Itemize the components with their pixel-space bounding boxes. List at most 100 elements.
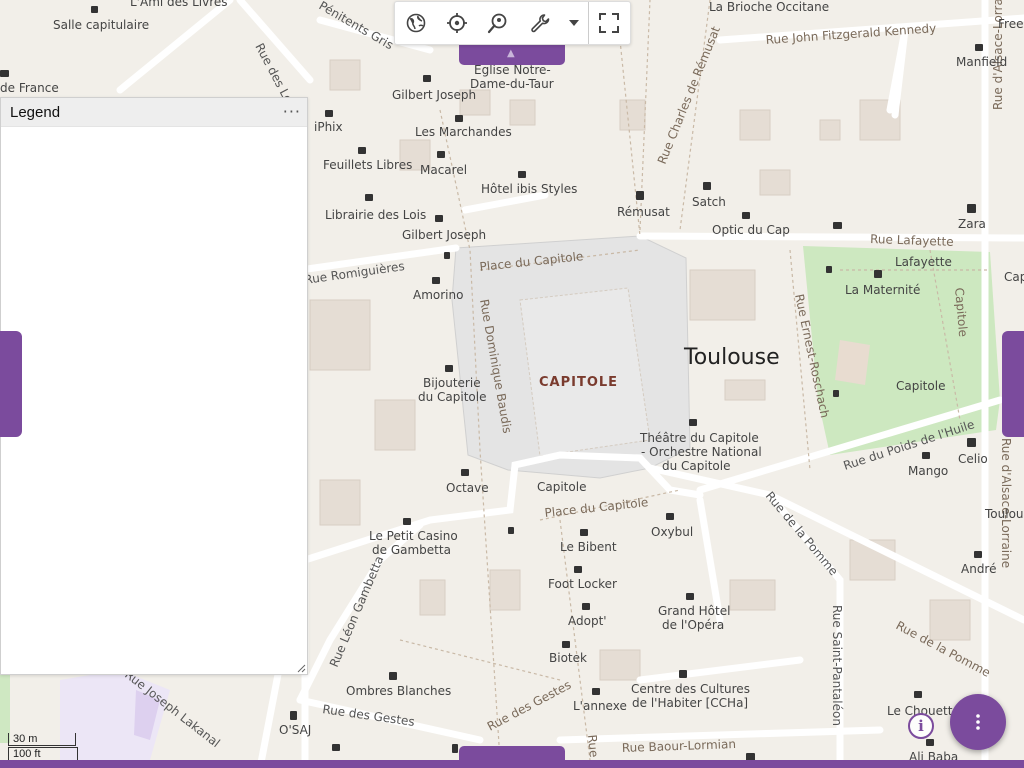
poi-label: La Maternité [845,283,920,297]
poi-label: Lafayette [895,255,952,269]
shop-icon [332,744,340,751]
poi-label: Rémusat [617,205,670,219]
shop-icon [455,115,463,122]
shop-icon [974,551,982,558]
restaurant-icon [452,744,458,753]
bank-icon: ▲ [507,48,515,59]
poi-label: Dame-du-Taur [470,77,554,91]
book-icon [435,215,443,222]
shop-icon [689,419,697,426]
poi-label: de l'Opéra [662,618,724,632]
legend-menu-button[interactable]: ··· [283,104,301,120]
poi-label: Librairie des Lois [325,208,426,222]
poi-label: L'annexe [573,699,627,713]
poi-label: Celio [958,452,988,466]
cafe-icon [914,691,922,698]
poi-label: Capitole [896,379,945,393]
poi-label: André [961,562,996,576]
shop-icon [325,110,333,117]
poi-label: Octave [446,481,489,495]
shop-icon [922,452,930,459]
poi-label: Feuillets Libres [323,158,412,172]
scale-imperial: 100 ft [8,747,78,760]
capitole-inner [519,287,651,457]
legend-content [1,127,307,667]
mail-icon [833,222,842,229]
poi-label: de Gambetta [372,543,451,557]
hotel-icon [686,593,694,600]
poi-label: Macarel [420,163,467,177]
poi-label: de l'Habiter [CCHa] [632,696,748,710]
top-panel-tab[interactable]: ▲ [459,43,565,65]
poi-label: Toulous [984,507,1024,521]
poi-label: Gilbert Joseph [392,88,476,102]
book-icon [365,194,373,201]
legend-header: Legend ··· [1,98,307,127]
map-toolbar [394,1,631,45]
shop-icon [437,151,445,158]
poi-label: Mango [908,464,948,478]
flag-icon [826,266,832,273]
crosshair-icon [446,13,467,33]
building-icon [0,70,9,77]
poi-label: Grand Hôtel [658,604,730,618]
poi-label: Gilbert Joseph [402,228,486,242]
park-building [835,340,870,385]
poi-label: iPhix [314,120,343,134]
street-label: Rue Saint-Pantaléon [830,605,844,726]
square-label: CAPITOLE [539,375,618,390]
poi-label: Satch [692,195,726,209]
poi-label: La Brioche Occitane [709,0,829,14]
hotel-icon [518,171,526,178]
scale-bar: 30 m 100 ft [4,731,79,761]
more-vertical-icon [976,714,980,730]
fullscreen-button[interactable] [589,2,630,44]
poi-label: L'Ami des Livres [130,0,228,9]
globe-button[interactable] [395,2,436,44]
shop-icon [91,6,98,13]
shop-icon [975,44,983,51]
clothes-icon [967,438,976,447]
poi-label: Les Marchandes [415,125,512,139]
building-icon [874,270,882,278]
book-icon [358,147,366,154]
street-label: Rue Lafayette [870,232,954,249]
poi-label: de France [0,81,59,95]
poi-label: Hôtel ibis Styles [481,182,577,196]
poi-label: Manfield [956,55,1007,69]
resize-handle-icon[interactable] [296,663,306,673]
poi-label: Oxybul [651,525,693,539]
chevron-down-icon [568,20,579,26]
poi-label: du Capitole [662,459,730,473]
right-panel-handle[interactable] [1002,331,1024,437]
info-button[interactable]: i [908,713,934,739]
city-label: Toulouse [683,345,780,370]
building-icon [679,670,687,678]
search-location-icon [488,13,507,34]
legend-panel: Legend ··· [0,97,308,675]
info-icon [833,390,839,397]
clothes-icon [967,204,976,213]
more-actions-button[interactable] [950,694,1006,750]
poi-label: Amorino [413,288,463,302]
poi-label: Cap [1004,270,1024,284]
poi-label: Optic du Cap [712,223,790,237]
poi-label: Biotek [549,651,587,665]
shop-icon [666,513,674,520]
shop-icon [574,566,582,573]
search-location-button[interactable] [478,2,519,44]
poi-label: Le Petit Casino [369,529,458,543]
wrench-icon [530,14,549,33]
poi-label: O'SAJ [279,723,311,737]
poi-label: Centre des Cultures [631,682,750,696]
book-icon [423,75,431,82]
shop-icon [742,212,750,219]
tools-button[interactable] [519,2,560,44]
fullscreen-icon [599,13,620,33]
locate-button[interactable] [436,2,477,44]
poi-label: Ombres Blanches [346,684,451,698]
poi-label: - Orchestre National [641,445,762,459]
tools-dropdown-button[interactable] [560,2,588,44]
poi-label: Bijouterie [423,376,481,390]
left-panel-handle[interactable] [0,331,22,437]
